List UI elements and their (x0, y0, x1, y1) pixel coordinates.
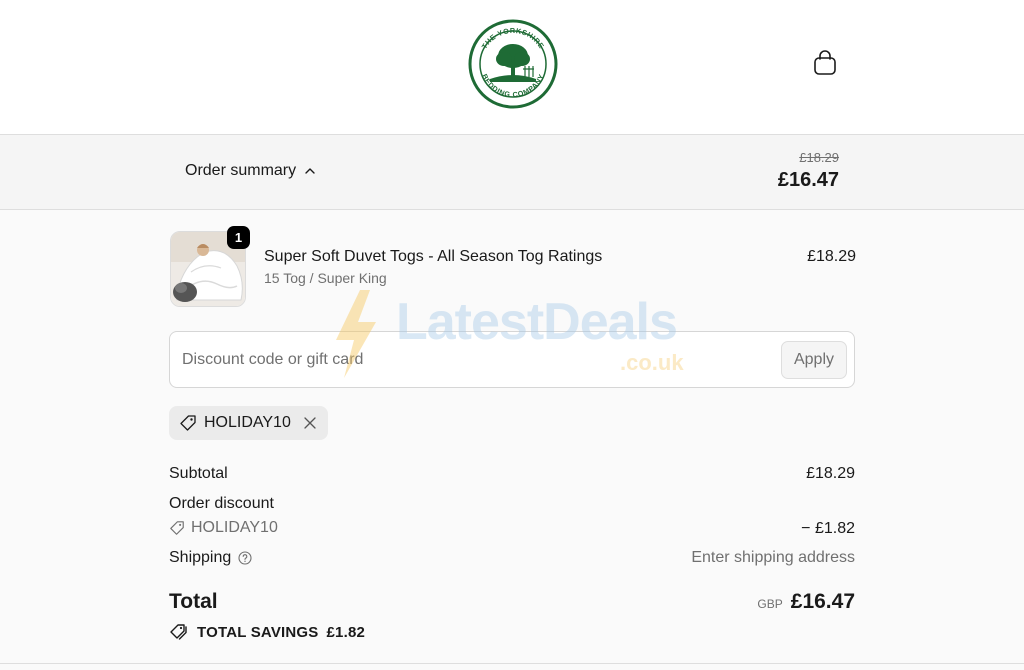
product-name: Super Soft Duvet Togs - All Season Tog R… (264, 248, 603, 265)
total-amount-group: GBP £16.47 (757, 590, 855, 614)
discount-code-field: Apply (169, 331, 855, 388)
savings-value: £1.82 (326, 623, 366, 641)
discount-code-line: HOLIDAY10 (169, 519, 278, 537)
site-header: THE YORKSHIRE BEDDING COMPANY (0, 0, 1024, 135)
shopping-bag-icon[interactable] (813, 50, 837, 76)
order-summary-bar: Order summary £18.29 £16.47 (0, 135, 1024, 210)
shipping-label: Shipping (169, 549, 232, 566)
order-summary-panel: 1 Super Soft Duvet Togs - All Season Tog… (0, 210, 1024, 670)
quantity-badge: 1 (227, 226, 250, 249)
shipping-value: Enter shipping address (691, 549, 855, 566)
tag-icon (170, 521, 184, 535)
product-price: £18.29 (807, 248, 856, 265)
order-summary-label: Order summary (185, 162, 297, 179)
currency-code: GBP (757, 597, 783, 611)
applied-code-chip: HOLIDAY10 (169, 406, 328, 440)
shipping-line: Shipping (169, 549, 252, 567)
tag-icon (180, 415, 196, 431)
apply-discount-button[interactable]: Apply (781, 341, 847, 379)
discount-code-input[interactable] (182, 348, 762, 372)
divider (0, 663, 1024, 664)
summary-total-price: £16.47 (777, 169, 839, 191)
product-variant: 15 Tog / Super King (264, 270, 387, 286)
original-price: £18.29 (799, 150, 839, 165)
close-icon (304, 417, 316, 429)
subtotal-value: £18.29 (806, 465, 855, 482)
order-discount-label: Order discount (169, 495, 274, 512)
total-amount: £16.47 (790, 590, 855, 613)
order-summary-toggle[interactable]: Order summary (185, 162, 316, 180)
total-label: Total (169, 590, 218, 613)
savings-label: TOTAL SAVINGS (197, 623, 319, 641)
discount-value: − £1.82 (801, 520, 855, 537)
brand-logo[interactable]: THE YORKSHIRE BEDDING COMPANY (468, 19, 558, 109)
applied-code-label: HOLIDAY10 (204, 414, 291, 431)
subtotal-label: Subtotal (169, 465, 228, 482)
help-icon[interactable] (238, 551, 252, 565)
discount-code-text: HOLIDAY10 (191, 519, 278, 536)
tags-icon (170, 624, 187, 640)
remove-code-button[interactable] (302, 415, 318, 431)
total-savings: TOTAL SAVINGS £1.82 (169, 623, 365, 641)
chevron-up-icon (305, 168, 315, 174)
